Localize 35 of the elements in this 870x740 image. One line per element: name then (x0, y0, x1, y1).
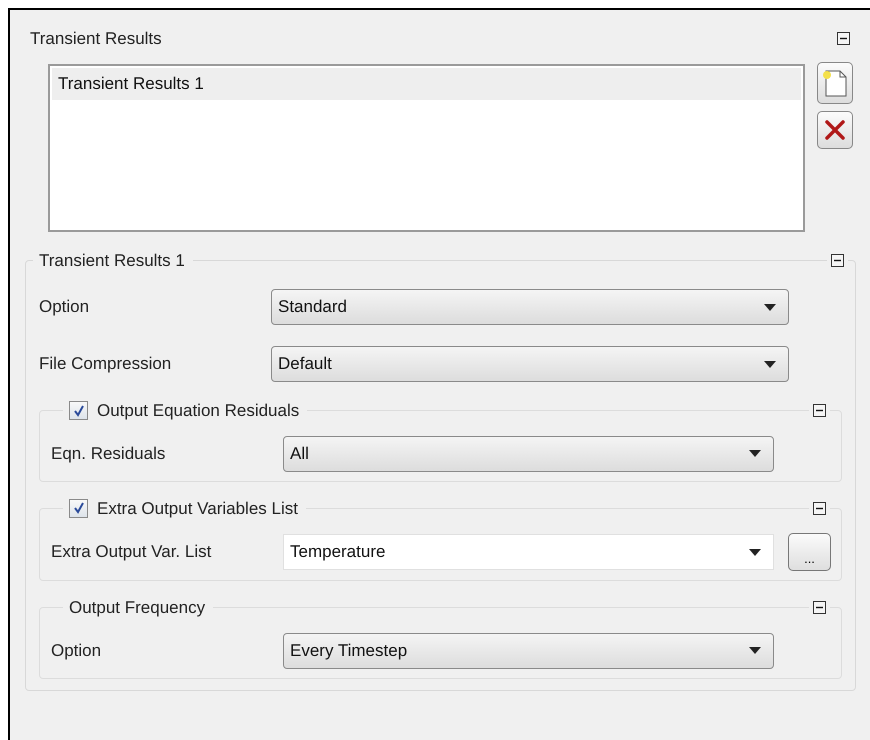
dropdown-arrow-icon (764, 304, 776, 310)
new-document-icon (822, 68, 848, 98)
field-label: Option (39, 296, 90, 318)
group-title: Output Frequency (69, 597, 206, 619)
checkbox[interactable] (69, 401, 88, 420)
dropdown-arrow-icon (749, 647, 761, 654)
checkmark-icon (72, 502, 84, 514)
group-title: Transient Results 1 (39, 250, 185, 272)
field-label: Extra Output Var. List (51, 541, 212, 564)
collapse-icon[interactable] (837, 32, 850, 46)
collapse-icon[interactable] (831, 254, 844, 267)
field-label: Option (51, 640, 102, 662)
collapse-icon[interactable] (813, 502, 826, 515)
dropdown[interactable]: Every Timestep (283, 632, 774, 668)
close-icon (824, 118, 846, 140)
delete-button[interactable] (817, 110, 853, 148)
collapse-icon[interactable] (813, 404, 826, 418)
dropdown[interactable]: Standard (271, 289, 789, 325)
group-title: Output Equation Residuals (97, 400, 300, 422)
field-label: Eqn. Residuals (51, 442, 166, 465)
field-label: File Compression (39, 353, 172, 376)
dropdown-arrow-icon (749, 548, 761, 556)
new-button[interactable] (817, 62, 853, 104)
dropdown[interactable]: Temperature (283, 534, 774, 570)
dropdown[interactable]: All (283, 436, 774, 472)
checkbox[interactable] (69, 498, 88, 518)
dropdown-arrow-icon (749, 450, 761, 457)
list-item[interactable]: Transient Results 1 (52, 68, 801, 100)
group-title: Extra Output Variables List (97, 498, 298, 520)
collapse-icon[interactable] (813, 601, 826, 614)
dropdown-arrow-icon (764, 360, 776, 368)
browse-button[interactable]: ... (788, 533, 831, 571)
section-title: Transient Results (30, 28, 162, 50)
checkmark-icon (72, 404, 84, 417)
dropdown[interactable]: Default (271, 346, 789, 382)
